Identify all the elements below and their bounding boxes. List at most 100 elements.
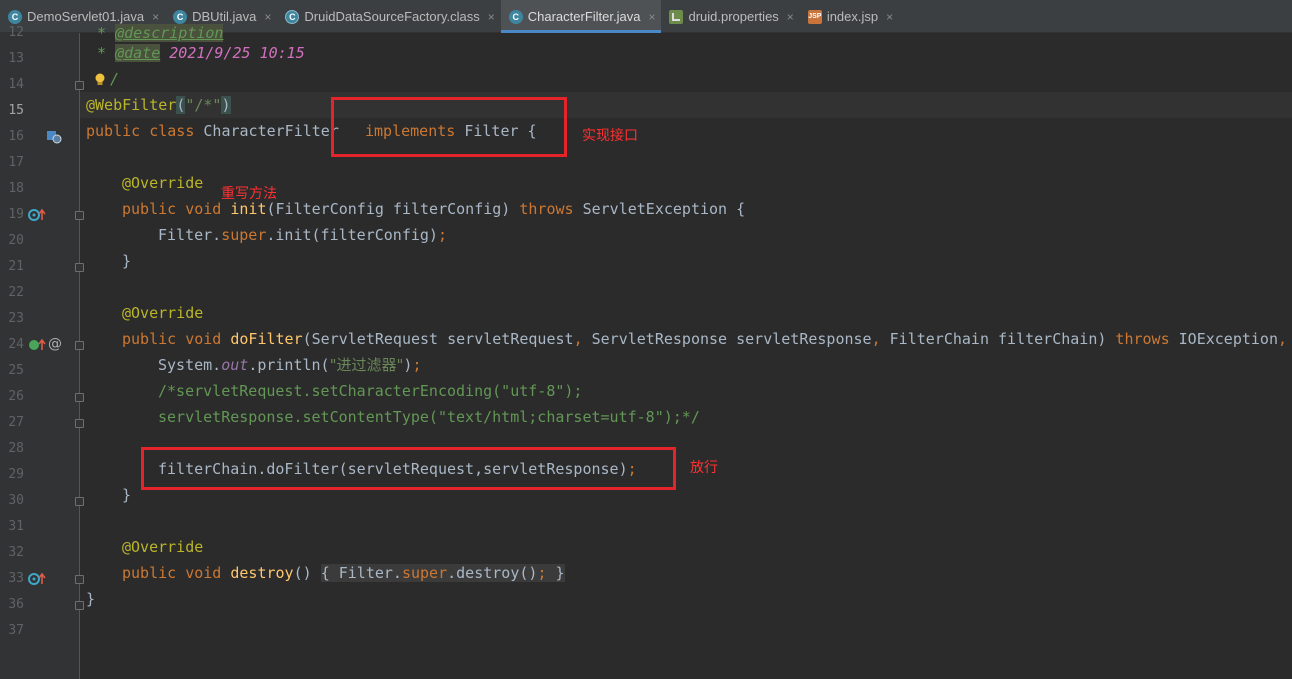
code-line-18: @Override xyxy=(122,170,203,196)
close-icon[interactable]: × xyxy=(648,10,655,24)
code-line-15: @WebFilter("/*") xyxy=(86,92,231,118)
annotation-override: @Override xyxy=(122,304,204,322)
system-ref: System. xyxy=(158,356,222,374)
implements-method-icon[interactable] xyxy=(28,208,46,225)
line-number: 22 xyxy=(8,285,24,300)
io-exception: IOException xyxy=(1178,330,1278,348)
brace-close: } xyxy=(122,252,132,270)
init-params: (FilterConfig filterConfig) xyxy=(266,200,520,218)
comma: , xyxy=(871,330,881,348)
code-line-24: public void doFilter(ServletRequest serv… xyxy=(122,326,1287,352)
close-icon[interactable]: × xyxy=(488,10,495,24)
block-comment-line-2: servletResponse.setContentType("text/htm… xyxy=(158,408,700,426)
code-line-30: } xyxy=(122,482,131,508)
jsp-file-icon: JSP xyxy=(807,9,822,24)
keyword-public-void: public void xyxy=(122,564,231,582)
properties-file-icon xyxy=(669,9,684,24)
pass-through-note: 放行 xyxy=(690,460,718,476)
line-number: 36 xyxy=(8,597,24,612)
code-line-33: public void destroy() { Filter.super.des… xyxy=(122,560,565,586)
line-number: 24 xyxy=(8,337,24,352)
close-icon[interactable]: × xyxy=(886,10,893,24)
init-call: .init(filterConfig) xyxy=(266,226,438,244)
annotation-webfilter: @WebFilter xyxy=(86,96,177,114)
tab-druiddatasourcefactory-class[interactable]: C DruidDataSourceFactory.class × xyxy=(277,0,500,33)
code-line-20: Filter.super.init(filterConfig); xyxy=(158,222,447,248)
annotation-override: @Override xyxy=(122,538,204,556)
brace-close: } xyxy=(555,564,565,582)
brace-close: } xyxy=(122,486,132,504)
keyword-public-void: public void xyxy=(122,200,231,218)
method-destroy: destroy xyxy=(230,564,294,582)
annotation-marker-icon[interactable]: @ xyxy=(48,336,62,352)
dofilter-highlight-box xyxy=(141,447,676,490)
tab-druid-properties[interactable]: druid.properties × xyxy=(661,0,799,33)
tab-characterfilter-java[interactable]: C CharacterFilter.java × xyxy=(500,0,662,33)
method-dofilter: doFilter xyxy=(230,330,303,348)
folded-region[interactable]: { Filter.super.destroy(); } xyxy=(320,564,565,582)
param-servlet-response: ServletResponse servletResponse xyxy=(582,330,872,348)
servlet-exception: ServletException { xyxy=(582,200,746,218)
code-line-25: System.out.println("进过滤器"); xyxy=(158,352,421,378)
tab-label: DruidDataSourceFactory.class xyxy=(304,9,480,24)
line-number: 17 xyxy=(8,155,24,170)
keyword-super: super xyxy=(221,226,267,244)
line-number: 27 xyxy=(8,415,24,430)
doc-tag-date: @date xyxy=(115,44,161,62)
line-number: 18 xyxy=(8,181,24,196)
line-number: 25 xyxy=(8,363,24,378)
code-line-13: * @date 2021/9/25 10:15 xyxy=(88,40,305,66)
destroy-call: .destroy() xyxy=(447,564,538,582)
close-icon[interactable]: × xyxy=(787,10,794,24)
lightbulb-icon[interactable] xyxy=(94,73,106,90)
class-name: CharacterFilter xyxy=(203,122,339,140)
line-number: 31 xyxy=(8,519,24,534)
line-number: 33 xyxy=(8,571,24,586)
implements-method-icon[interactable] xyxy=(28,338,46,355)
paren-open: ( xyxy=(176,96,186,114)
keyword-throws: throws xyxy=(1115,330,1179,348)
line-number: 29 xyxy=(8,467,24,482)
string-println-message: "进过滤器" xyxy=(329,356,404,374)
keyword-public-class: public class xyxy=(86,122,204,140)
line-number: 16 xyxy=(8,129,24,144)
doc-comment-star: * xyxy=(88,44,116,62)
line-number: 30 xyxy=(8,493,24,508)
tab-label: index.jsp xyxy=(826,9,879,24)
code-line-32: @Override xyxy=(122,534,203,560)
brace-open: { xyxy=(320,564,330,582)
comma: , xyxy=(573,330,583,348)
brace-close: } xyxy=(86,590,96,608)
code-editor[interactable]: * @description * @date 2021/9/25 10:15 /… xyxy=(80,24,1292,679)
line-number: 26 xyxy=(8,389,24,404)
tab-label: CharacterFilter.java xyxy=(527,9,641,24)
code-line-23: @Override xyxy=(122,300,203,326)
keyword-super: super xyxy=(401,564,448,582)
code-line-27: servletResponse.setContentType("text/htm… xyxy=(158,404,700,430)
paren-close: ) xyxy=(221,96,231,114)
filter-ref: Filter. xyxy=(329,564,402,582)
code-line-36: } xyxy=(86,586,95,612)
line-number: 37 xyxy=(8,623,24,638)
param-servlet-request: (ServletRequest servletRequest xyxy=(302,330,574,348)
semicolon: ; xyxy=(437,226,447,244)
code-line-21: } xyxy=(122,248,131,274)
close-icon[interactable]: × xyxy=(264,10,271,24)
implement-interface-note: 实现接口 xyxy=(582,128,638,144)
web-filter-mapping-icon[interactable] xyxy=(46,130,62,147)
code-line-19: public void init(FilterConfig filterConf… xyxy=(122,196,745,222)
keyword-throws: throws xyxy=(519,200,583,218)
destroy-parens: () xyxy=(293,564,312,582)
block-comment-line-1: /*servletRequest.setCharacterEncoding("u… xyxy=(158,382,583,400)
java-class-icon: C xyxy=(508,9,523,24)
implements-method-icon[interactable] xyxy=(28,572,46,589)
compiled-class-icon: C xyxy=(285,9,300,24)
doc-comment-end: / xyxy=(110,70,120,88)
string-url-pattern: "/*" xyxy=(185,96,222,114)
tab-index-jsp[interactable]: JSP index.jsp × xyxy=(800,0,899,33)
editor-gutter: 12 13 14 15 16 17 18 19 20 21 22 23 24 25 26 27 28 29 30 31… xyxy=(0,25,84,679)
line-number: 20 xyxy=(8,233,24,248)
line-number: 21 xyxy=(8,259,24,274)
annotation-override: @Override xyxy=(122,174,204,192)
semicolon: ; xyxy=(537,564,547,582)
